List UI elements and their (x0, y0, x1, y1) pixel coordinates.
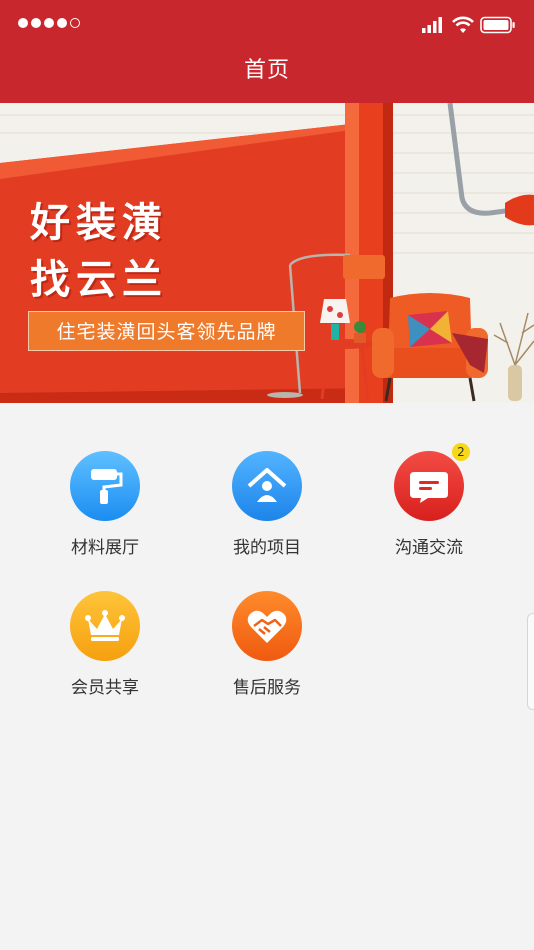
menu-label-member-share: 会员共享 (71, 678, 139, 698)
app-header: 首页 (0, 0, 534, 103)
menu-item-materials[interactable]: 材料展厅 (45, 451, 165, 558)
signal-dots-icon (18, 18, 80, 28)
crown-icon (70, 591, 140, 661)
banner-tagline: 住宅装潢回头客领先品牌 (28, 311, 305, 351)
promo-banner[interactable]: 好装潢 找云兰 住宅装潢回头客领先品牌 (0, 103, 534, 403)
paint-roller-icon (70, 451, 140, 521)
menu-label-materials: 材料展厅 (71, 538, 139, 558)
cellular-signal-icon (422, 17, 442, 33)
house-person-icon (232, 451, 302, 521)
menu-label-after-sales: 售后服务 (233, 678, 301, 698)
feature-grid: 材料展厅 我的项目 2 沟通交流 会员共享 售后服务 (0, 403, 534, 950)
menu-item-communication[interactable]: 2 沟通交流 (369, 443, 489, 558)
side-drawer-handle[interactable] (527, 613, 534, 710)
menu-item-my-projects[interactable]: 我的项目 (207, 451, 327, 558)
page-title: 首页 (243, 58, 290, 83)
menu-label-my-projects: 我的项目 (233, 538, 301, 558)
banner-slogan-line2: 找云兰 (30, 257, 168, 303)
battery-icon (480, 16, 515, 34)
chat-bubble-icon: 2 (394, 443, 470, 521)
heart-handshake-icon (232, 591, 302, 661)
banner-slogan-line1: 好装潢 (30, 200, 168, 246)
unread-badge: 2 (452, 443, 470, 461)
wifi-icon (452, 16, 474, 33)
menu-item-after-sales[interactable]: 售后服务 (207, 591, 327, 698)
status-bar (0, 0, 534, 50)
menu-label-communication: 沟通交流 (395, 538, 463, 558)
menu-item-member-share[interactable]: 会员共享 (45, 591, 165, 698)
